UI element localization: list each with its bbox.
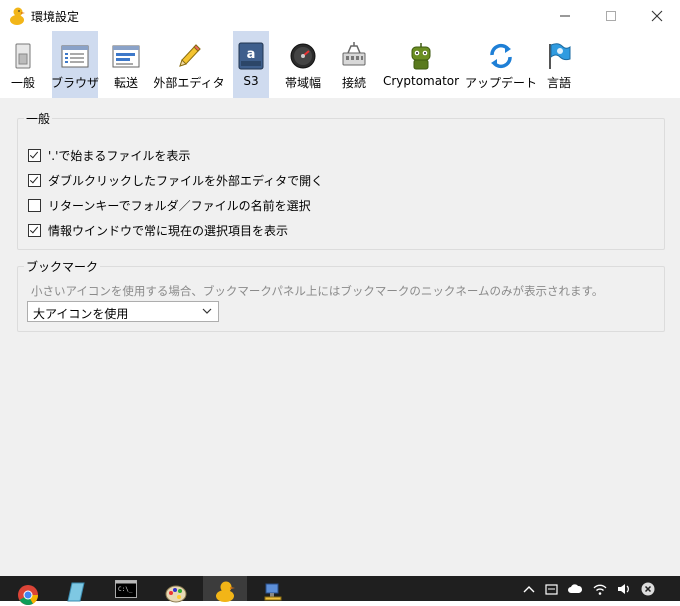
bookmark-group-title: ブックマーク [24, 258, 101, 275]
taskbar-chrome[interactable] [8, 576, 48, 605]
toolbar-language[interactable]: 言語 [540, 31, 578, 98]
network-connection-icon [342, 42, 366, 66]
toolbar-s3[interactable]: a S3 [233, 31, 269, 98]
transfer-window-icon [112, 45, 140, 68]
keyboard-icon[interactable] [544, 581, 560, 597]
show-dotfiles-checkbox[interactable]: '.'で始まるファイルを表示 [28, 147, 190, 163]
checkbox-box[interactable] [28, 148, 41, 162]
checkbox-box[interactable] [28, 198, 41, 212]
general-group-title: 一般 [24, 110, 53, 127]
toolbar-editor[interactable]: 外部エディタ [153, 31, 225, 98]
toolbar-connection[interactable]: 接続 [334, 31, 374, 98]
terminal-icon: C:\_ [115, 580, 137, 598]
network-app-icon [264, 583, 282, 601]
taskbar-notepad[interactable] [56, 576, 96, 602]
maximize-button[interactable] [588, 0, 634, 31]
title-bar: 環境設定 [0, 0, 680, 31]
chrome-icon [18, 585, 39, 605]
taskbar-terminal[interactable]: C:\_ [104, 576, 148, 601]
paint-icon [165, 585, 187, 603]
window-title: 環境設定 [31, 10, 80, 24]
toolbar-label: S3 [243, 74, 259, 88]
chevron-down-icon [202, 308, 212, 314]
refresh-arrows-icon [490, 43, 512, 69]
volume-icon[interactable] [616, 581, 632, 597]
close-icon [651, 10, 663, 21]
minimize-icon [560, 15, 570, 16]
toolbar-label: 一般 [10, 76, 35, 90]
info-window-selection-checkbox[interactable]: 情報ウインドウで常に現在の選択項目を表示 [28, 222, 288, 238]
bookmark-group [17, 266, 665, 332]
toolbar-label: 接続 [341, 76, 366, 90]
browser-window-icon [61, 45, 89, 68]
taskbar-cyberduck[interactable] [203, 576, 247, 602]
bookmark-icon-hint: 小さいアイコンを使用する場合、ブックマークパネル上にはブックマークのニックネーム… [31, 284, 604, 298]
checkbox-box[interactable] [28, 223, 41, 237]
cryptomator-robot-icon [411, 43, 431, 70]
taskbar: C:\_ [0, 576, 680, 605]
toolbar-label: 転送 [113, 76, 138, 90]
checkbox-label: '.'で始まるファイルを表示 [48, 148, 191, 163]
double-click-editor-checkbox[interactable]: ダブルクリックしたファイルを外部エディタで開く [28, 172, 323, 188]
cyberduck-icon [216, 581, 235, 602]
toolbar-label: 言語 [546, 76, 571, 90]
svg-text:a: a [247, 47, 256, 62]
flag-icon [549, 43, 571, 69]
notepad-icon [67, 582, 85, 602]
toolbar-transfer[interactable]: 転送 [104, 31, 148, 98]
toolbar-update[interactable]: アップデート [465, 31, 537, 98]
pencil-icon [179, 44, 201, 67]
return-key-rename-checkbox[interactable]: リターンキーでフォルダ／ファイルの名前を選択 [28, 197, 311, 213]
gauge-icon [290, 43, 316, 69]
toolbar-label: アップデート [465, 76, 538, 90]
checkbox-box[interactable] [28, 173, 41, 187]
preferences-window: 環境設定 一般 ブラウザ 転送 外部エディタ a S3 帯域幅 接続 Crypt… [0, 0, 680, 576]
select-value: 大アイコンを使用 [33, 307, 129, 321]
toolbar-cryptomator[interactable]: Cryptomator [382, 31, 460, 98]
checkbox-label: リターンキーでフォルダ／ファイルの名前を選択 [48, 198, 311, 213]
maximize-icon [606, 10, 616, 21]
toolbar-label: 外部エディタ [153, 76, 225, 90]
toolbar-browser[interactable]: ブラウザ [51, 31, 100, 98]
toolbar-label: Cryptomator [382, 74, 460, 88]
close-circle-icon[interactable] [640, 581, 656, 597]
amazon-s3-icon: a [238, 42, 264, 70]
checkbox-label: 情報ウインドウで常に現在の選択項目を表示 [48, 223, 289, 238]
bookmark-icon-size-select[interactable]: 大アイコンを使用 [27, 301, 219, 322]
chevron-up-icon[interactable] [521, 581, 537, 597]
taskbar-paint[interactable] [154, 576, 198, 603]
toolbar-label: ブラウザ [51, 76, 100, 90]
close-button[interactable] [634, 0, 680, 31]
toolbar-label: 帯域幅 [284, 76, 321, 90]
preferences-toolbar: 一般 ブラウザ 転送 外部エディタ a S3 帯域幅 接続 Cryptomato… [0, 31, 680, 98]
checkbox-label: ダブルクリックしたファイルを外部エディタで開く [48, 173, 324, 188]
cloud-icon[interactable] [567, 581, 583, 597]
svg-text:C:\_: C:\_ [118, 586, 133, 593]
toolbar-bandwidth[interactable]: 帯域幅 [280, 31, 326, 98]
switch-icon [15, 43, 31, 69]
taskbar-network-app[interactable] [252, 576, 296, 601]
minimize-button[interactable] [542, 0, 588, 31]
toolbar-general[interactable]: 一般 [2, 31, 44, 98]
duck-app-icon [10, 7, 25, 25]
wifi-icon[interactable] [592, 581, 608, 597]
